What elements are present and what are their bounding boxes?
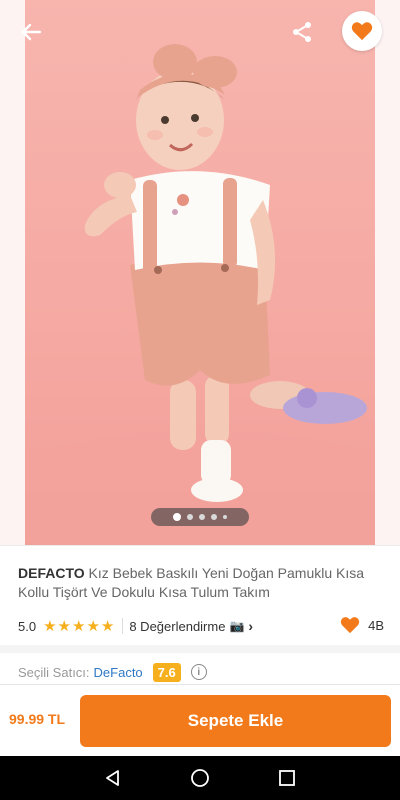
nav-back-button[interactable] xyxy=(93,758,133,798)
camera-icon: 📷 xyxy=(229,619,245,633)
product-price: 99.99 TL xyxy=(9,711,66,727)
share-icon xyxy=(293,22,311,42)
pager-dot[interactable] xyxy=(199,514,205,520)
pager-dot[interactable] xyxy=(211,514,217,520)
arrow-left-icon xyxy=(21,23,42,41)
star-icon: ★ xyxy=(43,617,57,635)
seller-score-badge: 7.6 xyxy=(152,662,181,682)
circle-home-icon xyxy=(191,769,209,787)
seller-label: Seçili Satıcı: xyxy=(18,664,90,680)
favorites-count-value: 4B xyxy=(368,617,384,633)
favorites-count[interactable]: 4B xyxy=(340,616,384,634)
nav-recents-button[interactable] xyxy=(267,758,307,798)
square-recents-icon xyxy=(278,770,295,786)
product-title: DEFACTO Kız Bebek Baskılı Yeni Doğan Pam… xyxy=(18,564,384,602)
nav-home-button[interactable] xyxy=(180,758,220,798)
reviews-label: 8 Değerlendirme xyxy=(129,618,226,634)
rating-row: 5.0 ★ ★ ★ ★ ★ 8 Değerlendirme 📷 › 4B xyxy=(18,616,384,636)
divider xyxy=(122,618,124,634)
star-icon: ★ xyxy=(57,617,71,635)
section-divider xyxy=(0,645,400,653)
star-icon: ★ xyxy=(86,617,100,635)
seller-row: Seçili Satıcı: DeFacto 7.6 i xyxy=(18,661,207,683)
rating-value: 5.0 xyxy=(18,618,37,634)
product-photo xyxy=(25,0,375,545)
system-navigation-bar xyxy=(0,756,400,800)
info-icon[interactable]: i xyxy=(190,664,207,680)
chevron-right-icon: › xyxy=(248,618,254,634)
pager-dot[interactable] xyxy=(173,513,181,521)
pager-dot[interactable] xyxy=(223,515,227,519)
product-image-gallery[interactable] xyxy=(0,0,400,545)
seller-name-link[interactable]: DeFacto xyxy=(94,665,143,680)
favorite-button[interactable] xyxy=(342,11,382,51)
heart-icon xyxy=(351,22,373,41)
rating-stars: ★ ★ ★ ★ ★ xyxy=(43,619,114,634)
gallery-edge-left xyxy=(0,0,25,545)
reviews-link[interactable]: 8 Değerlendirme 📷 › xyxy=(129,618,253,634)
triangle-back-icon xyxy=(106,770,120,786)
star-icon: ★ xyxy=(100,617,115,635)
heart-icon xyxy=(340,617,360,634)
back-button[interactable] xyxy=(14,16,48,48)
bottom-action-bar: 99.99 TL Sepete Ekle xyxy=(0,684,400,756)
gallery-edge-right xyxy=(375,0,400,545)
image-pager-dots xyxy=(151,508,249,526)
star-icon: ★ xyxy=(71,617,86,635)
pager-dot[interactable] xyxy=(187,514,193,520)
share-button[interactable] xyxy=(284,14,320,50)
product-brand[interactable]: DEFACTO xyxy=(18,565,85,581)
product-info: DEFACTO Kız Bebek Baskılı Yeni Doğan Pam… xyxy=(0,545,400,645)
add-to-cart-button[interactable]: Sepete Ekle xyxy=(80,695,391,747)
